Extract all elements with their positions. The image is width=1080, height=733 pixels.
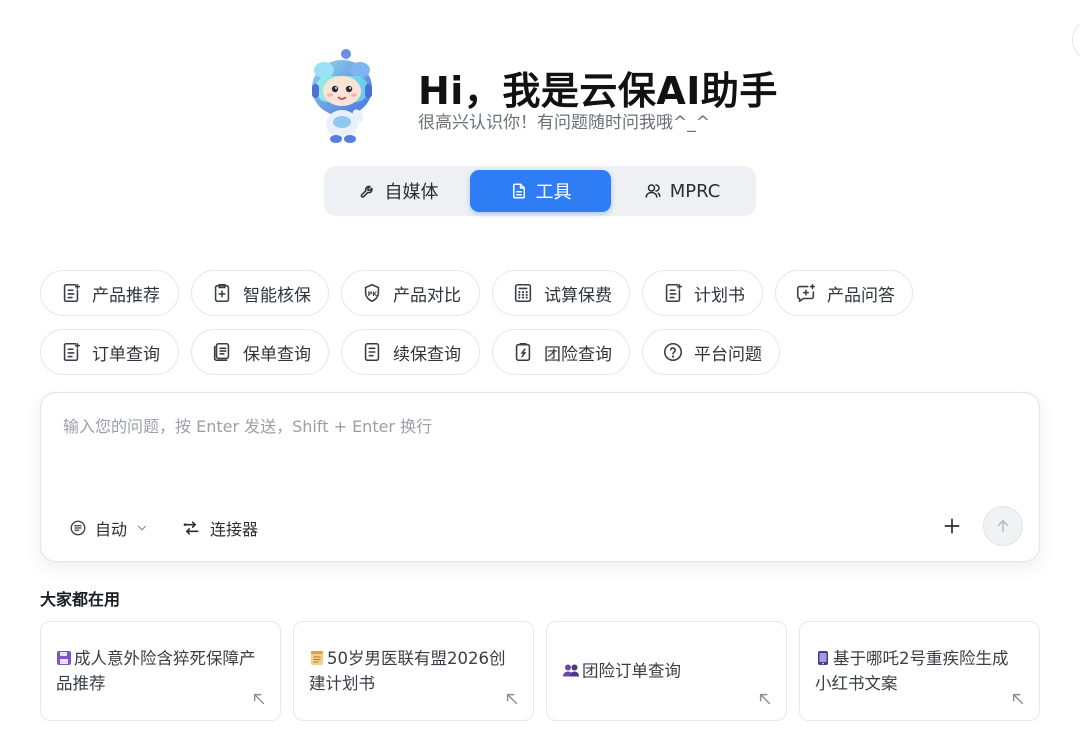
connector-button[interactable]: 连接器 [181,515,258,541]
plus-icon [944,518,960,534]
tab-tools[interactable]: 工具 [470,170,611,212]
popular-card-text: 成人意外险含猝死保障产品推荐 [56,649,256,693]
tab-label: MPRC [669,180,721,202]
connector-icon [183,521,199,535]
popular-card[interactable]: 团险订单查询 [546,621,787,721]
page: Hi，我是云保AI助手 很高兴认识你！有问题随时问我哦^_^ 自媒体 工具 MP… [0,0,1080,733]
mode-tabs: 自媒体 工具 MPRC [324,166,756,216]
doc-list-icon [364,342,380,362]
chip-policy-query[interactable]: 保单查询 [191,329,329,375]
pk-shield-icon: PK [364,283,380,303]
tab-label: 自媒体 [384,182,439,203]
connector-label: 连接器 [210,520,259,539]
mascot-logo [312,49,372,143]
calculator-icon [514,283,532,303]
chat-input-card: 自动 连接器 [40,392,1040,562]
chip-smart-underwriting[interactable]: 智能核保 [191,270,329,316]
question-input[interactable] [63,413,1013,473]
hero-subtitle: 很高兴认识你！有问题随时问我哦^_^ [418,113,710,133]
list-circle-icon [70,520,86,536]
chip-product-qa[interactable]: 产品问答 [775,270,913,316]
popular-section-title: 大家都在用 [40,590,121,609]
floppy-icon [57,651,71,665]
tab-label: 工具 [535,182,572,203]
clipboard-plus-icon [214,283,230,303]
arrow-up-left-icon [1012,693,1024,705]
chip-group-insurance-query[interactable]: 团险查询 [492,329,630,375]
chip-platform-issues[interactable]: 平台问题 [642,329,780,375]
svg-text:PK: PK [368,290,379,298]
chip-renewal-query[interactable]: 续保查询 [341,329,480,375]
team-doc-icon [515,342,531,362]
doc-list-icon [63,342,81,362]
chip-order-query[interactable]: 订单查询 [40,329,179,375]
chip-premium-calc[interactable]: 试算保费 [492,270,630,316]
chip-product-recommend[interactable]: 产品推荐 [40,270,179,316]
phone-icon [818,651,828,665]
document-icon [512,183,525,199]
hero: Hi，我是云保AI助手 很高兴认识你！有问题随时问我哦^_^ [308,46,788,146]
doc-list-icon [63,283,81,303]
arrow-up-icon [997,520,1009,532]
arrow-up-left-icon [253,693,265,705]
wrench-icon [360,185,373,198]
corner-button[interactable] [1072,18,1080,62]
mode-select-label: 自动 [95,520,128,539]
chevron-down-icon [137,525,147,531]
notepad-icon [311,651,323,665]
arrow-up-left-icon [506,693,518,705]
popular-card[interactable]: 50岁男医联有盟2026创建计划书 [293,621,534,721]
question-circle-icon [663,342,683,362]
add-attachment-button[interactable] [939,513,965,539]
mode-select[interactable]: 自动 [69,515,149,541]
chip-plan-book[interactable]: 计划书 [642,270,763,316]
popular-card-text: 团险订单查询 [582,661,681,681]
tab-mprc[interactable]: MPRC [612,170,752,212]
hero-title: Hi，我是云保AI助手 [418,69,778,113]
policy-icon [213,342,230,362]
people-icon [645,184,661,198]
arrow-up-left-icon [759,693,771,705]
popular-card-text: 基于哪吒2号重疾险生成小红书文案 [815,649,1009,693]
popular-card[interactable]: 基于哪吒2号重疾险生成小红书文案 [799,621,1040,721]
tab-self-media[interactable]: 自媒体 [328,170,469,212]
send-button[interactable] [983,506,1023,546]
popular-card-text: 50岁男医联有盟2026创建计划书 [309,649,506,693]
popular-card[interactable]: 成人意外险含猝死保障产品推荐 [40,621,281,721]
two-people-icon [563,664,579,677]
chat-plus-icon [796,283,816,303]
chip-product-compare[interactable]: PK 产品对比 [341,270,480,316]
doc-list-icon [665,283,683,303]
